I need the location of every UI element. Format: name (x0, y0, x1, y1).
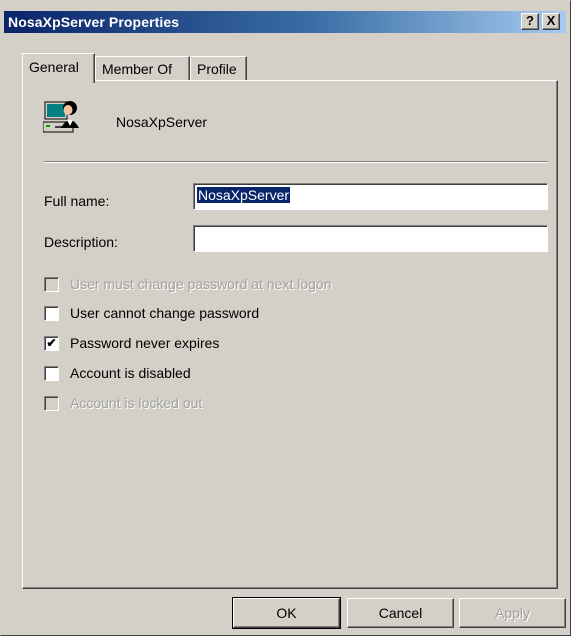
apply-button: Apply (459, 598, 566, 628)
general-tab-panel: NosaXpServer Full name: NosaXpServer Des… (22, 80, 558, 589)
tab-general[interactable]: General (22, 53, 95, 83)
option-label[interactable]: User cannot change password (70, 305, 259, 321)
tab-profile[interactable]: Profile (190, 56, 247, 80)
tab-member-of[interactable]: Member Of (95, 56, 190, 80)
checkbox[interactable] (44, 366, 59, 381)
description-label: Description: (44, 234, 118, 250)
option-label[interactable]: Account is disabled (70, 365, 191, 381)
user-computer-icon (43, 101, 79, 133)
description-field[interactable] (193, 225, 548, 252)
option-label: User must change password at next logon (70, 276, 332, 292)
checkbox[interactable]: ✔ (44, 336, 59, 351)
full-name-label: Full name: (44, 193, 110, 209)
close-button[interactable]: X (542, 13, 560, 30)
separator (44, 161, 548, 163)
full-name-field[interactable]: NosaXpServer (193, 183, 548, 210)
title-bar[interactable]: NosaXpServer Properties ? X (4, 11, 566, 33)
ok-button[interactable]: OK (232, 597, 341, 629)
checkbox[interactable] (44, 306, 59, 321)
help-button[interactable]: ? (521, 13, 539, 30)
checkbox (44, 396, 59, 411)
option-label[interactable]: Password never expires (70, 335, 219, 351)
full-name-value: NosaXpServer (197, 187, 291, 203)
checkbox (44, 277, 59, 292)
user-name-label: NosaXpServer (116, 114, 208, 130)
cancel-button[interactable]: Cancel (347, 598, 454, 628)
properties-dialog: NosaXpServer Properties ? X General Memb… (0, 0, 571, 636)
window-title: NosaXpServer Properties (8, 14, 180, 30)
option-label: Account is locked out (70, 395, 203, 411)
